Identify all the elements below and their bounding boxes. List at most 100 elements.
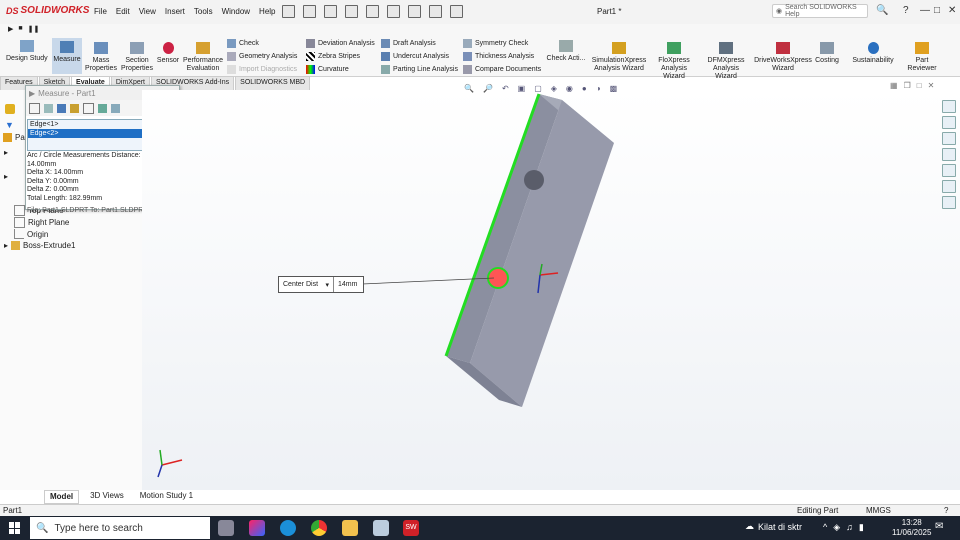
file-explorer-icon[interactable] (942, 148, 956, 161)
tree-expander-2[interactable]: ▸ (4, 172, 8, 181)
check-active-button[interactable]: Check Acti... (546, 40, 586, 63)
rebuild-icon[interactable] (408, 5, 421, 18)
tree-item-boss-extrude[interactable]: ▸ Boss-Extrude1 (4, 241, 75, 250)
help-search-input[interactable]: ◉ Search SOLIDWORKS Help (772, 4, 868, 18)
check-button[interactable]: Check (227, 39, 297, 48)
help-status-icon[interactable]: ? (944, 506, 948, 515)
chrome-icon[interactable] (311, 520, 327, 536)
section-view-icon[interactable]: ▣ (518, 84, 526, 93)
history-icon[interactable] (98, 103, 107, 113)
graphics-area[interactable]: 🔍 🔎 ↶ ▣ ▢ ◈ ◉ ● ◑ ▩ (142, 84, 960, 490)
save-icon[interactable] (324, 5, 337, 18)
scene-icon[interactable]: ◑ (596, 84, 601, 93)
menu-window[interactable]: Window (222, 7, 250, 16)
tab-motion-study[interactable]: Motion Study 1 (135, 490, 198, 504)
taskbar-search-box[interactable]: 🔍 Type here to search (30, 517, 210, 539)
edge-icon[interactable] (280, 520, 296, 536)
select-icon[interactable] (387, 5, 400, 18)
tile-icon[interactable]: ▦ (890, 81, 898, 90)
appearance-icon[interactable]: ● (582, 84, 587, 93)
import-diagnostics-button[interactable]: Import Diagnostics (227, 65, 297, 74)
task-view-icon[interactable] (218, 520, 234, 536)
open-icon[interactable] (303, 5, 316, 18)
menu-insert[interactable]: Insert (165, 7, 185, 16)
measure-callout[interactable]: Center Dist ▾ 14mm (278, 276, 364, 293)
tree-item-origin[interactable]: Origin (14, 229, 48, 239)
menu-tools[interactable]: Tools (194, 7, 213, 16)
performance-evaluation-button[interactable]: Performance Evaluation (183, 42, 223, 73)
costing-button[interactable]: Costing (812, 42, 842, 65)
appearances-icon[interactable] (942, 180, 956, 193)
sensor-button[interactable]: Sensor (157, 42, 179, 65)
doc-close-icon[interactable]: ✕ (928, 81, 935, 90)
copilot-icon[interactable] (249, 520, 265, 536)
print-icon[interactable] (345, 5, 358, 18)
status-units[interactable]: MMGS (866, 506, 891, 515)
compare-documents-button[interactable]: Compare Documents (463, 65, 541, 74)
view-settings-icon[interactable]: ▩ (610, 84, 618, 93)
hide-show-icon[interactable]: ◉ (566, 84, 573, 93)
measure-button[interactable]: Measure (52, 38, 82, 74)
clock[interactable]: 13:28 11/06/2025 (892, 518, 931, 538)
close-icon[interactable]: ✕ (948, 5, 956, 16)
file-properties-icon[interactable] (429, 5, 442, 18)
chevron-up-icon[interactable]: ^ (823, 522, 827, 533)
tree-expander[interactable]: ▸ (4, 148, 8, 157)
display-style-icon[interactable]: ◈ (551, 84, 557, 93)
menu-edit[interactable]: Edit (116, 7, 130, 16)
dfmxpress-button[interactable]: DFMXpress Analysis Wizard (702, 42, 750, 81)
doc-maximize-icon[interactable]: □ (917, 81, 922, 90)
tree-item-right-plane[interactable]: Right Plane (14, 217, 69, 228)
draft-analysis-button[interactable]: Draft Analysis (381, 39, 458, 48)
restore-icon[interactable]: ❐ (904, 81, 911, 90)
menu-help[interactable]: Help (259, 7, 275, 16)
thickness-analysis-button[interactable]: Thickness Analysis (463, 52, 541, 61)
feature-manager-icon[interactable] (5, 104, 15, 114)
driveworksxpress-button[interactable]: DriveWorksXpress Wizard (754, 42, 812, 73)
part-reviewer-button[interactable]: Part Reviewer (904, 42, 940, 73)
pause-icon[interactable]: ❚❚ (28, 25, 40, 33)
projection-icon[interactable] (83, 102, 94, 114)
tree-part-root[interactable]: Par (3, 133, 27, 142)
design-study-button[interactable]: Design Study (6, 40, 48, 63)
show-xyz-icon[interactable] (57, 103, 66, 113)
floxpress-button[interactable]: FloXpress Analysis Wizard (650, 42, 698, 81)
options-icon[interactable] (450, 5, 463, 18)
sensor-create-icon[interactable] (111, 103, 120, 113)
filter-icon[interactable]: ▼ (5, 120, 14, 130)
section-properties-button[interactable]: Section Properties (120, 42, 154, 73)
resources-icon[interactable] (942, 116, 956, 129)
geometry-analysis-button[interactable]: Geometry Analysis (227, 52, 297, 61)
parting-line-analysis-button[interactable]: Parting Line Analysis (381, 65, 458, 74)
minimize-icon[interactable]: — (920, 5, 930, 16)
view-palette-icon[interactable] (942, 164, 956, 177)
solidworks-logo[interactable]: DS SOLIDWORKS (6, 5, 89, 16)
battery-icon[interactable]: ▮ (859, 522, 864, 533)
stop-icon[interactable]: ■ (18, 25, 22, 33)
undercut-analysis-button[interactable]: Undercut Analysis (381, 52, 458, 61)
symmetry-check-button[interactable]: Symmetry Check (463, 39, 541, 48)
units-icon[interactable] (44, 103, 53, 113)
network-icon[interactable]: ◈ (833, 522, 840, 533)
zoom-to-fit-icon[interactable]: 🔍 (464, 84, 474, 93)
app-taskbar-icon[interactable] (373, 520, 389, 536)
tab-model[interactable]: Model (44, 490, 80, 504)
callout-mode[interactable]: Center Dist ▾ (279, 277, 334, 292)
solidworks-taskbar-icon[interactable]: SW (403, 520, 419, 536)
arc-options-icon[interactable] (29, 102, 40, 114)
new-document-icon[interactable] (282, 5, 295, 18)
undo-icon[interactable] (366, 5, 379, 18)
menu-file[interactable]: File (94, 7, 107, 16)
mass-properties-button[interactable]: Mass Properties (85, 42, 117, 73)
zebra-stripes-button[interactable]: Zebra Stripes (306, 52, 375, 61)
home-icon[interactable] (942, 100, 956, 113)
tab-mbd[interactable]: SOLIDWORKS MBD (235, 76, 311, 90)
point-to-point-icon[interactable] (70, 103, 79, 113)
design-library-icon[interactable] (942, 132, 956, 145)
search-icon[interactable]: 🔍 (876, 5, 888, 16)
run-icon[interactable]: ▶ (8, 25, 13, 33)
menu-view[interactable]: View (139, 7, 156, 16)
windows-start-icon[interactable] (9, 522, 21, 534)
file-explorer-taskbar-icon[interactable] (342, 520, 358, 536)
simulationxpress-button[interactable]: SimulationXpress Analysis Wizard (591, 42, 647, 73)
